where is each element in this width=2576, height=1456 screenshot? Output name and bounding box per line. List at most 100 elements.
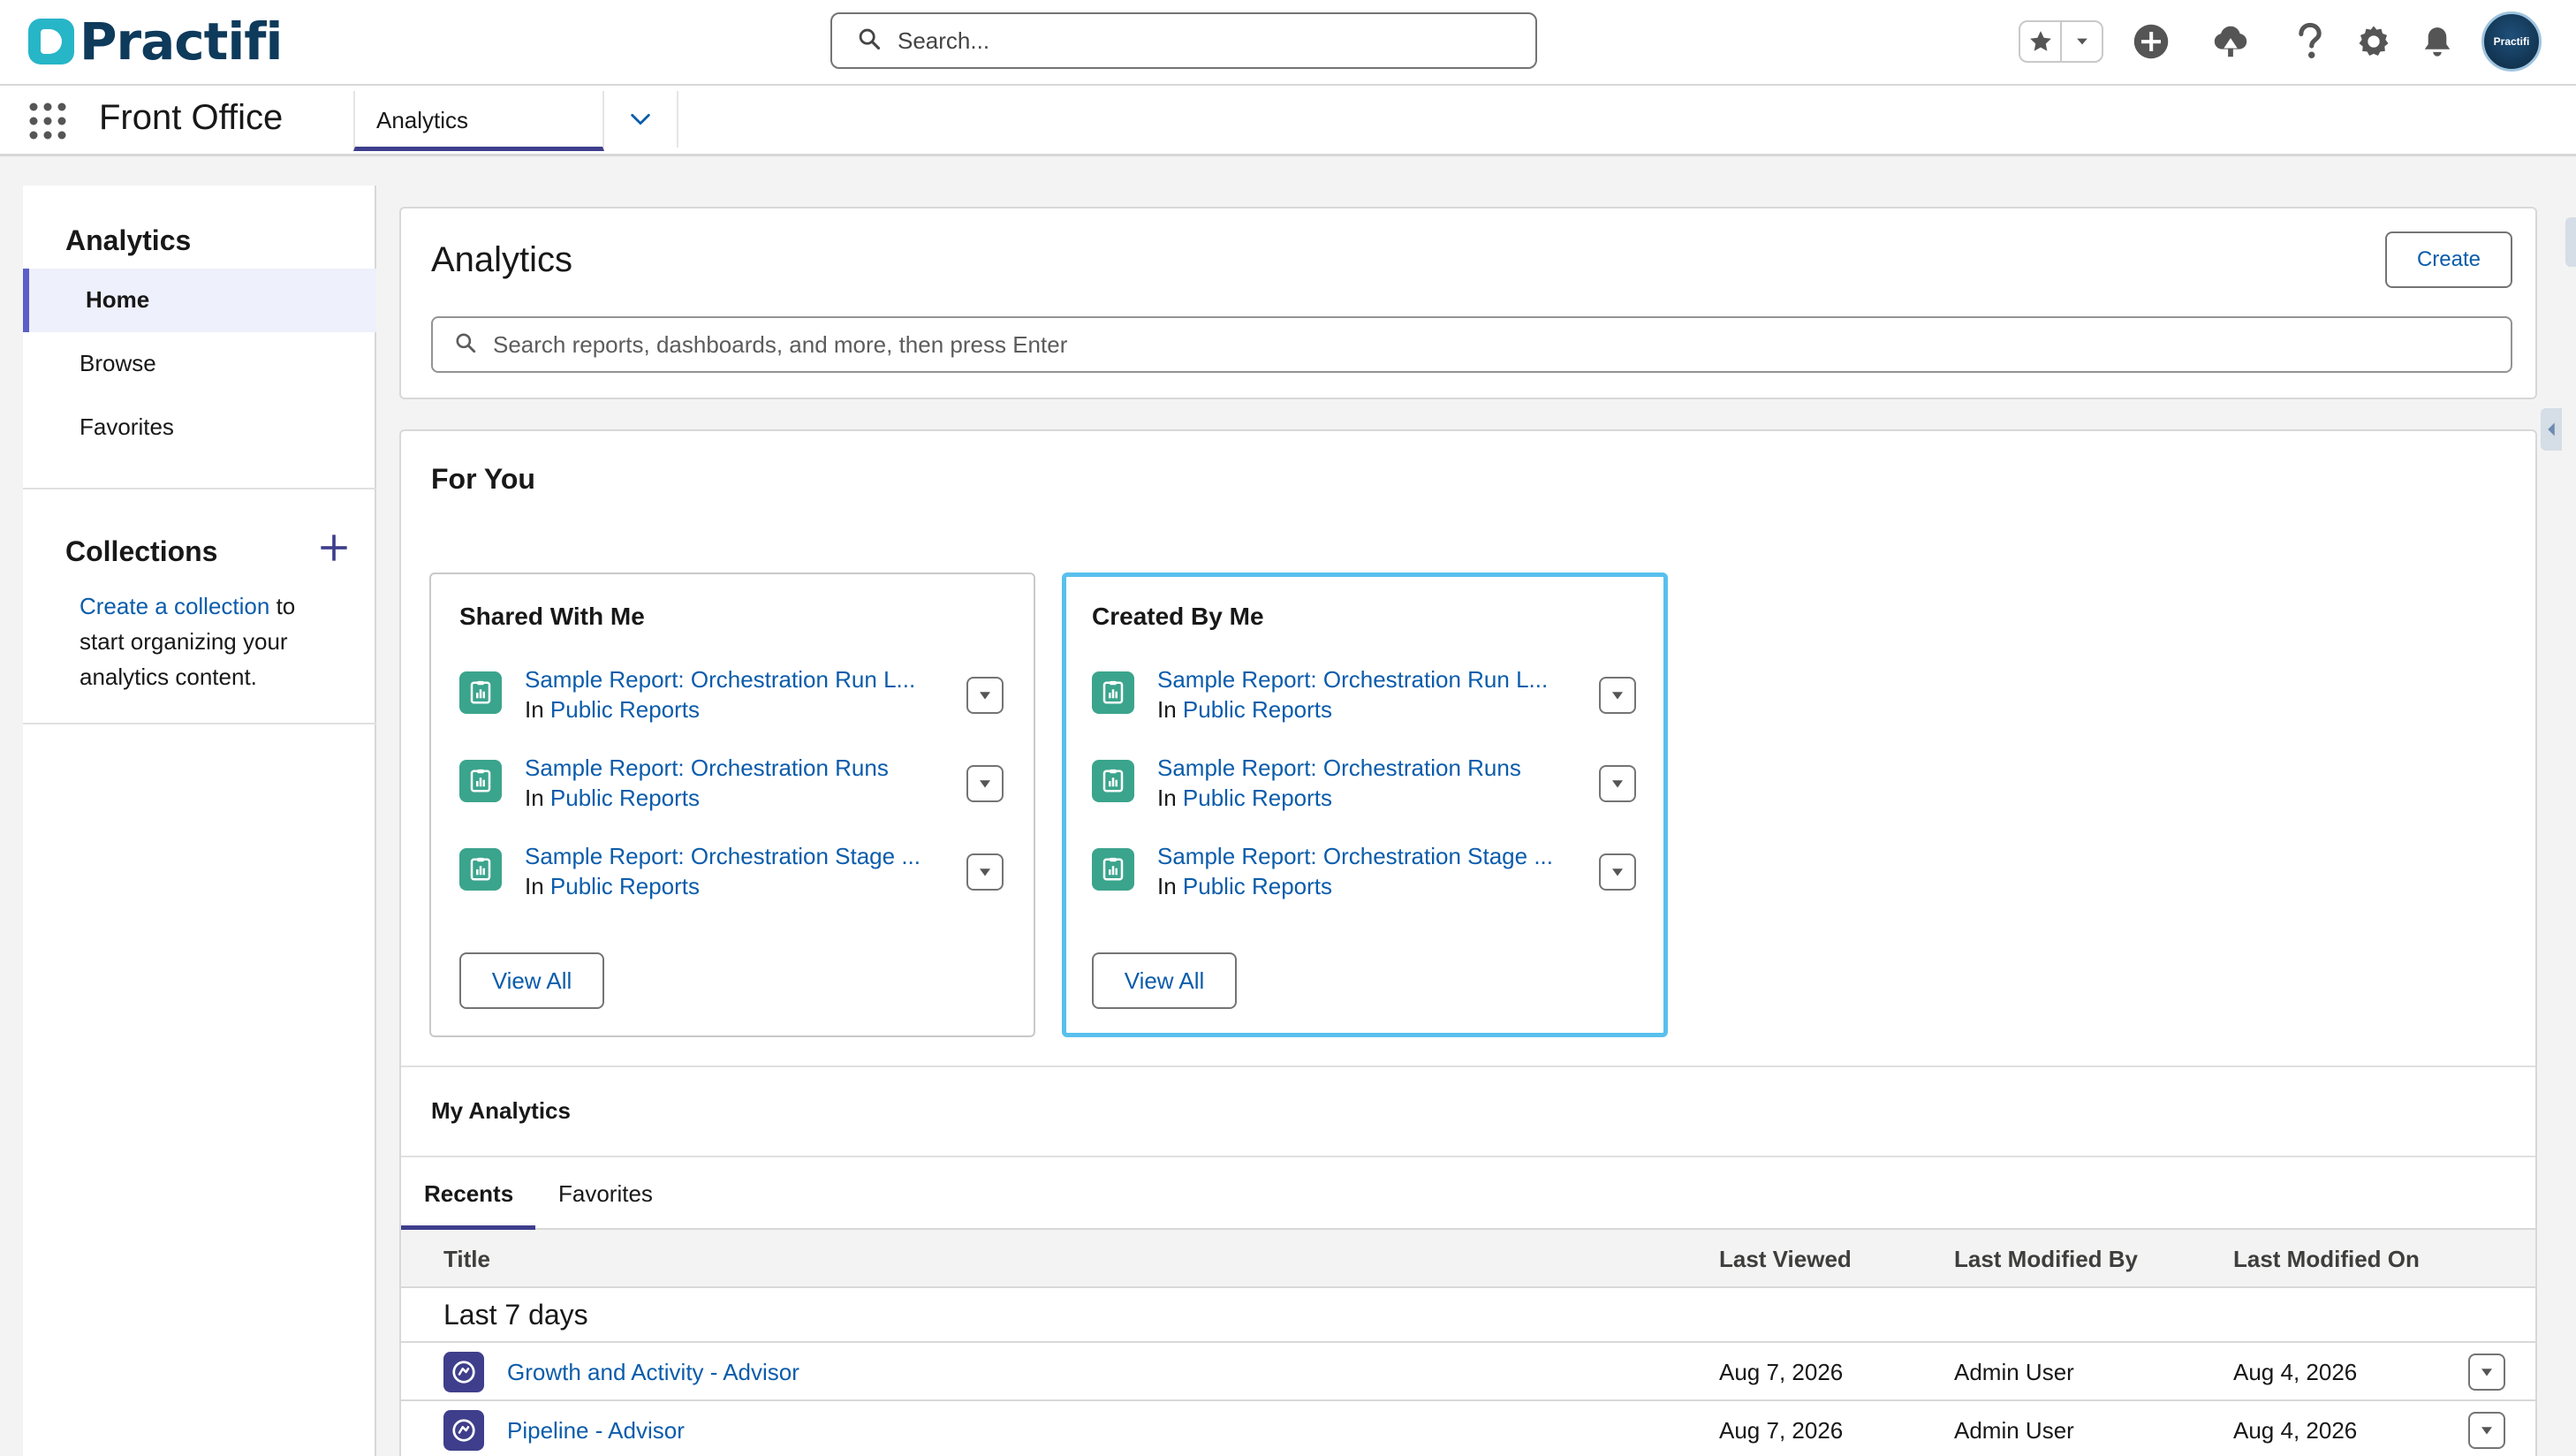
analytics-header-panel: Analytics Create [399, 207, 2537, 399]
row-actions-chevron-down-icon[interactable] [2468, 1412, 2505, 1449]
dashboard-link[interactable]: Growth and Activity - Advisor [507, 1359, 799, 1386]
location-prefix: In [1157, 696, 1177, 723]
dashboard-icon [443, 1352, 484, 1392]
shared-with-me-card: Shared With Me Sample Report: Orchestrat… [429, 573, 1035, 1037]
modified-by-cell: Admin User [1954, 1359, 2074, 1385]
dashboard-link[interactable]: Pipeline - Advisor [507, 1417, 685, 1445]
card-title: Created By Me [1092, 603, 1264, 630]
last-viewed-cell: Aug 7, 2026 [1719, 1359, 1844, 1385]
favorites-list-chevron-down-icon[interactable] [2060, 22, 2102, 61]
report-icon [459, 760, 502, 802]
nav-tab-chevron-down-icon[interactable] [604, 91, 678, 148]
report-location: In Public Reports [525, 873, 700, 900]
location-prefix: In [1157, 873, 1177, 899]
my-analytics-tabs: Recents Favorites [401, 1157, 2535, 1230]
header-utility-icons: Practifi [2019, 11, 2542, 72]
sidebar-divider [23, 723, 376, 724]
create-button[interactable]: Create [2385, 231, 2512, 288]
add-collection-icon[interactable] [314, 528, 353, 567]
report-link[interactable]: Sample Report: Orchestration Runs [525, 755, 949, 782]
gear-icon[interactable] [2342, 10, 2406, 73]
report-icon [1092, 848, 1134, 891]
folder-link[interactable]: Public Reports [550, 696, 700, 723]
panel-collapse-handle[interactable] [2541, 408, 2562, 451]
row-actions-chevron-down-icon[interactable] [1599, 765, 1636, 802]
analytics-sidebar: Analytics Home Browse Favorites Collecti… [23, 186, 376, 1456]
report-location: In Public Reports [1157, 696, 1332, 724]
column-header-last-modified-on[interactable]: Last Modified On [2233, 1246, 2420, 1273]
report-link[interactable]: Sample Report: Orchestration Run L... [1157, 666, 1581, 694]
user-avatar[interactable]: Practifi [2481, 11, 2542, 72]
collections-text-line-3: analytics content. [80, 664, 257, 690]
search-icon [857, 27, 882, 56]
collections-text-line-2: start organizing your [80, 628, 288, 655]
help-icon[interactable] [2278, 10, 2342, 73]
report-icon [459, 848, 502, 891]
view-all-button[interactable]: View All [459, 952, 604, 1009]
logo-text: Practifi [80, 11, 283, 72]
report-link[interactable]: Sample Report: Orchestration Stage ... [1157, 843, 1581, 870]
report-link[interactable]: Sample Report: Orchestration Stage ... [525, 843, 949, 870]
location-prefix: In [525, 696, 544, 723]
column-header-last-viewed[interactable]: Last Viewed [1719, 1246, 1852, 1273]
modified-by-cell: Admin User [1954, 1417, 2074, 1444]
tab-analytics[interactable]: Analytics [353, 91, 604, 151]
row-actions-chevron-down-icon[interactable] [1599, 677, 1636, 714]
app-launcher-icon[interactable] [28, 102, 67, 140]
column-header-last-modified-by[interactable]: Last Modified By [1954, 1246, 2138, 1273]
sidebar-item-home[interactable]: Home [23, 269, 376, 332]
report-link[interactable]: Sample Report: Orchestration Run L... [525, 666, 949, 694]
column-header-title[interactable]: Title [443, 1246, 490, 1273]
last-viewed-cell: Aug 7, 2026 [1719, 1417, 1844, 1444]
for-you-title: For You [431, 463, 535, 495]
collections-empty-text: Create a collection to start organizing … [80, 588, 345, 694]
folder-link[interactable]: Public Reports [550, 873, 700, 899]
report-location: In Public Reports [1157, 785, 1332, 812]
side-panel-handle[interactable] [2565, 217, 2576, 267]
list-item: Sample Report: Orchestration Run L... In… [1092, 666, 1648, 737]
modified-on-cell: Aug 4, 2026 [2233, 1359, 2358, 1385]
logo-mark-icon [28, 19, 74, 64]
global-add-icon[interactable] [2119, 10, 2183, 73]
sidebar-title: Analytics [65, 224, 192, 256]
location-prefix: In [1157, 785, 1177, 811]
folder-link[interactable]: Public Reports [550, 785, 700, 811]
for-you-panel: For You Shared With Me Sample Report: Or… [399, 429, 2537, 1456]
row-actions-chevron-down-icon[interactable] [966, 677, 1004, 714]
report-location: In Public Reports [525, 785, 700, 812]
my-analytics-title: My Analytics [431, 1097, 571, 1124]
global-search-box[interactable] [830, 12, 1537, 69]
modified-on-cell: Aug 4, 2026 [2233, 1417, 2358, 1444]
tab-favorites[interactable]: Favorites [558, 1157, 673, 1230]
created-by-me-card: Created By Me Sample Report: Orchestrati… [1062, 573, 1668, 1037]
list-item: Sample Report: Orchestration Run L... In… [459, 666, 1016, 737]
global-search-input[interactable] [898, 27, 1516, 55]
analytics-search-input[interactable] [493, 330, 2436, 359]
folder-link[interactable]: Public Reports [1183, 696, 1332, 723]
folder-link[interactable]: Public Reports [1183, 873, 1332, 899]
tab-recents[interactable]: Recents [401, 1157, 535, 1230]
sidebar-item-browse[interactable]: Browse [23, 332, 376, 396]
analytics-search-box[interactable] [431, 316, 2512, 373]
bell-icon[interactable] [2406, 10, 2469, 73]
view-all-button[interactable]: View All [1092, 952, 1237, 1009]
create-collection-link[interactable]: Create a collection [80, 593, 269, 619]
folder-link[interactable]: Public Reports [1183, 785, 1332, 811]
table-row: Growth and Activity - Advisor Aug 7, 202… [401, 1343, 2535, 1401]
collections-title: Collections [65, 535, 218, 567]
star-icon[interactable] [2020, 22, 2060, 61]
table-group-label: Last 7 days [401, 1288, 2535, 1343]
table-header: Title Last Viewed Last Modified By Last … [401, 1230, 2535, 1288]
trailhead-icon[interactable] [2199, 10, 2262, 73]
practifi-logo[interactable]: Practifi [28, 11, 283, 72]
card-title: Shared With Me [459, 603, 645, 630]
dashboard-icon [443, 1410, 484, 1451]
row-actions-chevron-down-icon[interactable] [966, 765, 1004, 802]
row-actions-chevron-down-icon[interactable] [966, 853, 1004, 891]
row-actions-chevron-down-icon[interactable] [1599, 853, 1636, 891]
sidebar-item-favorites[interactable]: Favorites [23, 396, 376, 459]
row-actions-chevron-down-icon[interactable] [2468, 1354, 2505, 1391]
report-link[interactable]: Sample Report: Orchestration Runs [1157, 755, 1581, 782]
favorites-button-group [2019, 20, 2103, 63]
location-prefix: In [525, 873, 544, 899]
